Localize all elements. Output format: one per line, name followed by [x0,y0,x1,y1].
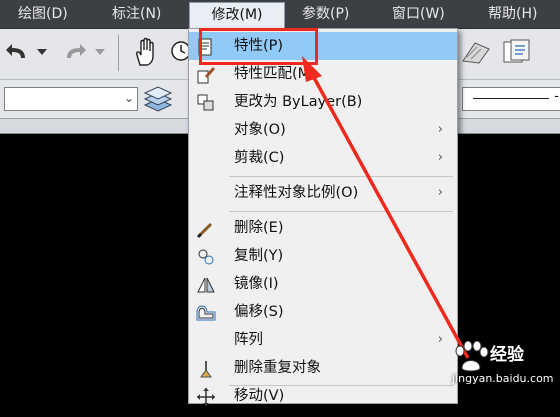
watermark-url: jingyan.baidu.com [452,372,554,385]
baidu-paw-icon [455,340,489,372]
watermark-text: 经验 [490,345,524,365]
